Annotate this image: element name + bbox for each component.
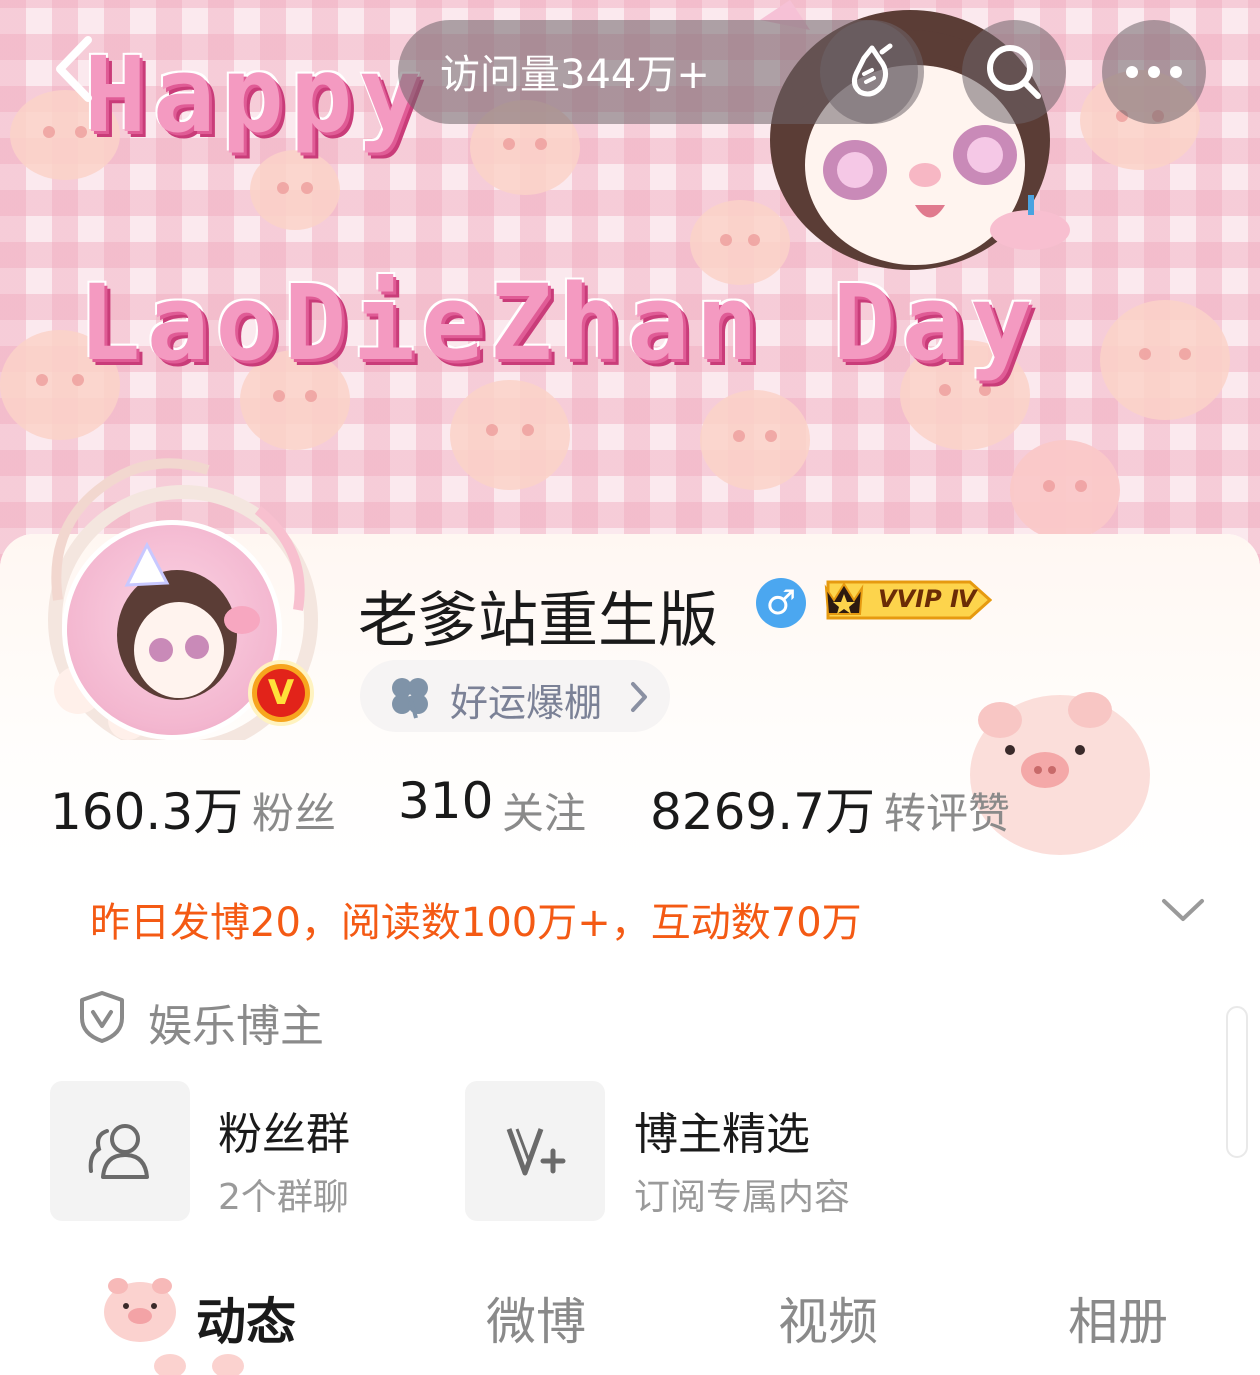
following-label[interactable]: 关注 xyxy=(502,780,586,841)
yesterday-summary[interactable]: 昨日发博20，阅读数100万+，互动数70万 xyxy=(90,890,862,948)
scrollbar[interactable] xyxy=(1226,1006,1248,1158)
tab-weibo[interactable]: 微博 xyxy=(486,1282,586,1354)
pig-sticker xyxy=(700,390,810,490)
interactions-label[interactable]: 转评赞 xyxy=(884,780,1010,841)
drift-bottle-button[interactable] xyxy=(820,20,924,124)
banner-title-line1: Happy xyxy=(84,34,428,156)
fans-label[interactable]: 粉丝 xyxy=(252,780,336,841)
chevron-down-icon[interactable] xyxy=(1160,895,1206,925)
search-icon xyxy=(987,45,1041,99)
clover-icon xyxy=(392,678,428,719)
fan-group-title[interactable]: 粉丝群 xyxy=(218,1098,350,1162)
profile-username: 老爹站重生版 xyxy=(358,586,718,656)
fan-group-tile[interactable] xyxy=(50,1081,190,1221)
verified-mark: V xyxy=(257,669,305,717)
drift-bottle-icon xyxy=(852,43,893,97)
pig-sticker xyxy=(1010,440,1120,540)
more-dots-icon xyxy=(1126,66,1182,78)
fans-count[interactable]: 160.3万 xyxy=(50,772,243,844)
shield-icon xyxy=(80,991,124,1043)
chevron-left-icon xyxy=(56,36,92,102)
pig-sticker xyxy=(1100,300,1230,420)
tab-feed[interactable]: 动态 xyxy=(196,1282,296,1354)
vip-level-label[interactable]: VVIP Ⅳ xyxy=(878,585,976,613)
following-count[interactable]: 310 xyxy=(398,772,493,830)
blogger-picks-title[interactable]: 博主精选 xyxy=(634,1098,810,1162)
fan-group-subtitle[interactable]: 2个群聊 xyxy=(218,1168,349,1220)
back-button[interactable] xyxy=(40,34,110,104)
more-button[interactable] xyxy=(1102,20,1206,124)
pig-tab-indicator-icon xyxy=(104,1278,176,1342)
interactions-count[interactable]: 8269.7万 xyxy=(650,772,875,844)
blogger-picks-tile[interactable] xyxy=(465,1081,605,1221)
blogger-picks-subtitle[interactable]: 订阅专属内容 xyxy=(634,1168,850,1220)
search-button[interactable] xyxy=(962,20,1066,124)
verified-badge[interactable]: V xyxy=(248,660,314,726)
tab-albums[interactable]: 相册 xyxy=(1068,1282,1168,1354)
gender-symbol: ♂ xyxy=(765,583,797,623)
avatar[interactable] xyxy=(62,520,282,740)
blogger-category[interactable]: 娱乐博主 xyxy=(148,990,324,1054)
pig-sticker-decoration xyxy=(970,692,1150,855)
avatar-illustration xyxy=(117,541,260,700)
v-plus-icon xyxy=(506,1128,566,1176)
tab-videos[interactable]: 视频 xyxy=(778,1282,878,1354)
pig-small-icon xyxy=(154,1354,186,1375)
luck-status-text[interactable]: 好运爆棚 xyxy=(450,672,602,727)
male-gender-icon: ♂ xyxy=(756,578,806,628)
visits-count[interactable]: 访问量344万+ xyxy=(440,42,710,100)
pig-sticker xyxy=(250,150,340,230)
pig-sticker xyxy=(450,380,570,490)
fan-group-icon xyxy=(88,1124,149,1179)
chevron-right-icon xyxy=(631,682,647,712)
